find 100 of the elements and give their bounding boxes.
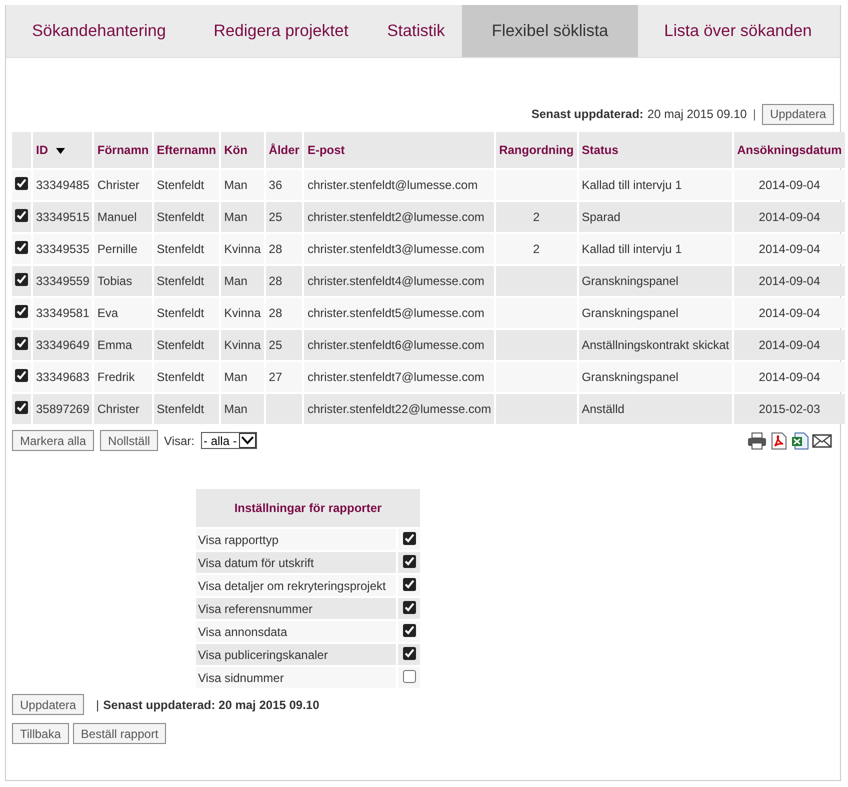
table-cell: Stenfeldt bbox=[154, 170, 220, 200]
table-cell: 36 bbox=[266, 170, 302, 200]
table-cell: Stenfeldt bbox=[154, 202, 220, 232]
table-cell: Anställd bbox=[578, 394, 732, 424]
column-header[interactable]: Status bbox=[578, 132, 732, 168]
table-cell: Anställningskontrakt skickat bbox=[578, 330, 732, 360]
table-cell: christer.stenfeldt5@lumesse.com bbox=[304, 298, 494, 328]
column-header[interactable]: Ålder bbox=[266, 132, 302, 168]
table-cell: 2014-09-04 bbox=[734, 298, 845, 328]
row-checkbox[interactable] bbox=[15, 369, 28, 382]
table-cell: Man bbox=[221, 170, 264, 200]
table-cell: Pernille bbox=[94, 234, 152, 264]
setting-checkbox[interactable] bbox=[402, 578, 416, 590]
table-cell: Stenfeldt bbox=[154, 330, 220, 360]
table-cell: Stenfeldt bbox=[154, 266, 220, 296]
table-cell: 2015-02-03 bbox=[734, 394, 845, 424]
tab[interactable]: Statistik bbox=[370, 5, 462, 57]
table-cell: 33349649 bbox=[33, 330, 92, 360]
setting-label: Visa sidnummer bbox=[196, 667, 396, 688]
table-cell: 27 bbox=[266, 362, 302, 392]
table-cell: 25 bbox=[266, 330, 302, 360]
settings-header: Inställningar för rapporter bbox=[196, 489, 420, 527]
setting-checkbox[interactable] bbox=[402, 670, 416, 682]
tab[interactable]: Redigera projektet bbox=[192, 5, 370, 57]
setting-label: Visa referensnummer bbox=[196, 598, 396, 619]
setting-checkbox[interactable] bbox=[402, 532, 416, 544]
table-cell: christer.stenfeldt4@lumesse.com bbox=[304, 266, 494, 296]
tab[interactable]: Lista över sökanden bbox=[638, 5, 838, 57]
table-cell: Man bbox=[221, 266, 264, 296]
tab[interactable]: Flexibel söklista bbox=[462, 5, 638, 57]
table-cell: christer.stenfeldt2@lumesse.com bbox=[304, 202, 494, 232]
filter-dropdown[interactable]: - alla - bbox=[200, 432, 257, 449]
table-cell: 2 bbox=[496, 234, 577, 264]
update-button[interactable]: Uppdatera bbox=[12, 694, 84, 715]
action-button[interactable]: Tillbaka bbox=[12, 723, 69, 744]
table-cell: 28 bbox=[266, 266, 302, 296]
column-header[interactable]: Förnamn bbox=[94, 132, 152, 168]
row-checkbox[interactable] bbox=[15, 401, 28, 414]
tab[interactable]: Sökandehantering bbox=[6, 5, 192, 57]
table-cell: 2014-09-04 bbox=[734, 170, 845, 200]
table-cell: Kallad till intervju 1 bbox=[578, 234, 732, 264]
column-header[interactable]: Efternamn bbox=[154, 132, 220, 168]
separator: | bbox=[96, 698, 100, 712]
table-cell: 33349515 bbox=[33, 202, 92, 232]
table-cell: christer.stenfeldt6@lumesse.com bbox=[304, 330, 494, 360]
spreadsheet-file-icon[interactable] bbox=[791, 432, 809, 450]
table-cell: Granskningspanel bbox=[578, 298, 732, 328]
action-button[interactable]: Beställ rapport bbox=[72, 723, 166, 744]
mail-icon[interactable] bbox=[812, 432, 832, 448]
filter-label: Visar: bbox=[164, 434, 195, 448]
table-cell: Man bbox=[221, 202, 264, 232]
table-cell: 2014-09-04 bbox=[734, 362, 845, 392]
setting-checkbox[interactable] bbox=[402, 600, 416, 614]
column-header[interactable]: Ansökningsdatum bbox=[734, 132, 845, 168]
row-checkbox[interactable] bbox=[15, 305, 28, 318]
table-cell: 2 bbox=[496, 202, 577, 232]
table-cell: 2014-09-04 bbox=[734, 234, 845, 264]
action-button[interactable]: Markera alla bbox=[12, 430, 94, 451]
table-cell: Christer bbox=[94, 394, 152, 424]
column-header[interactable]: Kön bbox=[221, 132, 264, 168]
table-cell: Kvinna bbox=[221, 234, 264, 264]
table-cell: christer.stenfeldt@lumesse.com bbox=[304, 170, 494, 200]
setting-label: Visa rapporttyp bbox=[196, 529, 396, 550]
row-checkbox[interactable] bbox=[15, 209, 28, 222]
column-header[interactable]: E-post bbox=[304, 132, 494, 168]
row-checkbox[interactable] bbox=[15, 337, 28, 350]
table-cell: Granskningspanel bbox=[578, 362, 732, 392]
column-header[interactable]: Rangordning bbox=[496, 132, 577, 168]
setting-label: Visa detaljer om rekryteringsprojekt bbox=[196, 575, 396, 596]
table-cell: Stenfeldt bbox=[154, 234, 220, 264]
row-checkbox[interactable] bbox=[15, 177, 28, 190]
row-checkbox[interactable] bbox=[15, 241, 28, 254]
table-cell: Kvinna bbox=[221, 298, 264, 328]
table-cell: Sparad bbox=[578, 202, 732, 232]
table-cell: christer.stenfeldt22@lumesse.com bbox=[304, 394, 494, 424]
action-button[interactable]: Nollställ bbox=[100, 430, 158, 451]
column-header[interactable]: ID bbox=[33, 132, 92, 168]
table-cell: Granskningspanel bbox=[578, 266, 732, 296]
table-cell: Tobias bbox=[94, 266, 152, 296]
pdf-file-icon[interactable] bbox=[770, 432, 788, 450]
setting-label: Visa annonsdata bbox=[196, 621, 396, 642]
table-cell: Stenfeldt bbox=[154, 362, 220, 392]
setting-checkbox[interactable] bbox=[402, 554, 416, 568]
table-cell: 25 bbox=[266, 202, 302, 232]
setting-label: Visa datum för utskrift bbox=[196, 552, 396, 573]
table-cell: 33349535 bbox=[33, 234, 92, 264]
table-cell: Fredrik bbox=[94, 362, 152, 392]
table-cell: Manuel bbox=[94, 202, 152, 232]
setting-checkbox[interactable] bbox=[402, 646, 416, 660]
update-button[interactable]: Uppdatera bbox=[762, 104, 834, 124]
printer-icon[interactable] bbox=[747, 432, 767, 450]
setting-label: Visa publiceringskanaler bbox=[196, 644, 396, 665]
separator: | bbox=[752, 107, 756, 121]
setting-checkbox[interactable] bbox=[402, 624, 416, 636]
row-checkbox[interactable] bbox=[15, 273, 28, 286]
table-cell: 2014-09-04 bbox=[734, 330, 845, 360]
table-cell: 2014-09-04 bbox=[734, 266, 845, 296]
table-cell: Stenfeldt bbox=[154, 298, 220, 328]
table-cell: Christer bbox=[94, 170, 152, 200]
table-cell: 28 bbox=[266, 298, 302, 328]
